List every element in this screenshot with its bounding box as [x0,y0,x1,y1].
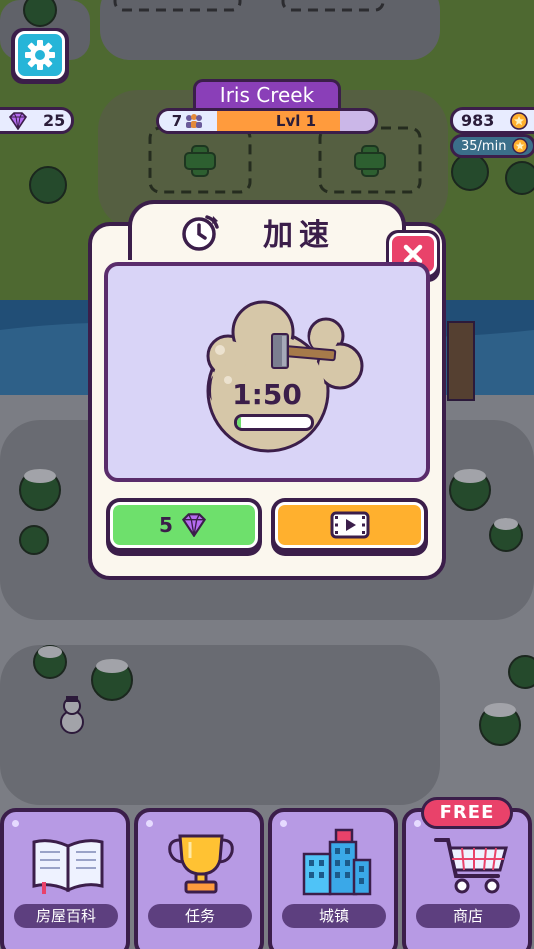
card-highlight [146,820,153,827]
level-bar[interactable]: 7 Lvl 1 [156,108,378,134]
construction-scene: 1:50 [104,262,430,482]
book-icon [32,839,104,894]
dialog-title: 加速 [263,218,335,253]
nav-label: 城镇 [282,904,386,928]
card-highlight [12,820,19,827]
gems-value: 25 [43,111,66,130]
settings-button-face [15,31,65,79]
population-counter: 7 [159,111,217,131]
nav-label: 任务 [148,904,252,928]
nav-tasks[interactable]: 任务 [134,808,264,949]
coin-rate: 35/min [450,134,534,158]
nav-house-encyclopedia[interactable]: 房屋百科 [0,808,130,949]
level-label: Lvl 1 [275,112,317,130]
people-icon [186,114,203,128]
watch-ad-button[interactable] [271,498,428,556]
video-play-icon [330,511,369,539]
construction-dust-icon [206,300,364,453]
coin-rate-value: 35/min [461,138,507,154]
stopwatch-icon [182,215,219,251]
coin-star-icon [512,138,529,154]
nav-shop[interactable]: 商店 [402,808,532,949]
settings-button[interactable] [11,28,69,84]
gem-icon [8,111,28,130]
card-highlight [414,820,421,827]
gear-icon [25,40,55,70]
card-highlight [280,820,287,827]
nav-label: 商店 [416,904,520,928]
gem-cost: 5 [159,513,173,537]
nav-town[interactable]: 城镇 [268,808,398,949]
pay-gems-button-face: 5 [110,502,258,548]
timer-progress-fill [237,417,241,428]
watch-ad-button-face [275,502,424,548]
game-screen: Iris Creek 7 Lvl 1 25 983 35/min 加速 1:50… [0,0,534,949]
town-name[interactable]: Iris Creek [193,79,341,109]
city-icon [302,828,372,896]
pay-gems-button[interactable]: 5 [106,498,262,556]
nav-label: 房屋百科 [14,904,118,928]
gems-counter[interactable]: 25 [0,107,74,134]
timer-progress-bar [234,414,314,431]
timer-label: 1:50 [232,378,302,411]
trophy-icon [168,834,234,894]
coins-counter[interactable]: 983 [450,107,534,134]
coin-star-icon [510,111,529,130]
coins-value: 983 [461,111,495,130]
speed-up-dialog: 加速 1:50 5 [88,200,446,580]
population-value: 7 [171,112,183,130]
shop-cart-icon [434,838,508,894]
gem-icon [181,513,206,537]
free-badge: FREE [421,797,513,829]
